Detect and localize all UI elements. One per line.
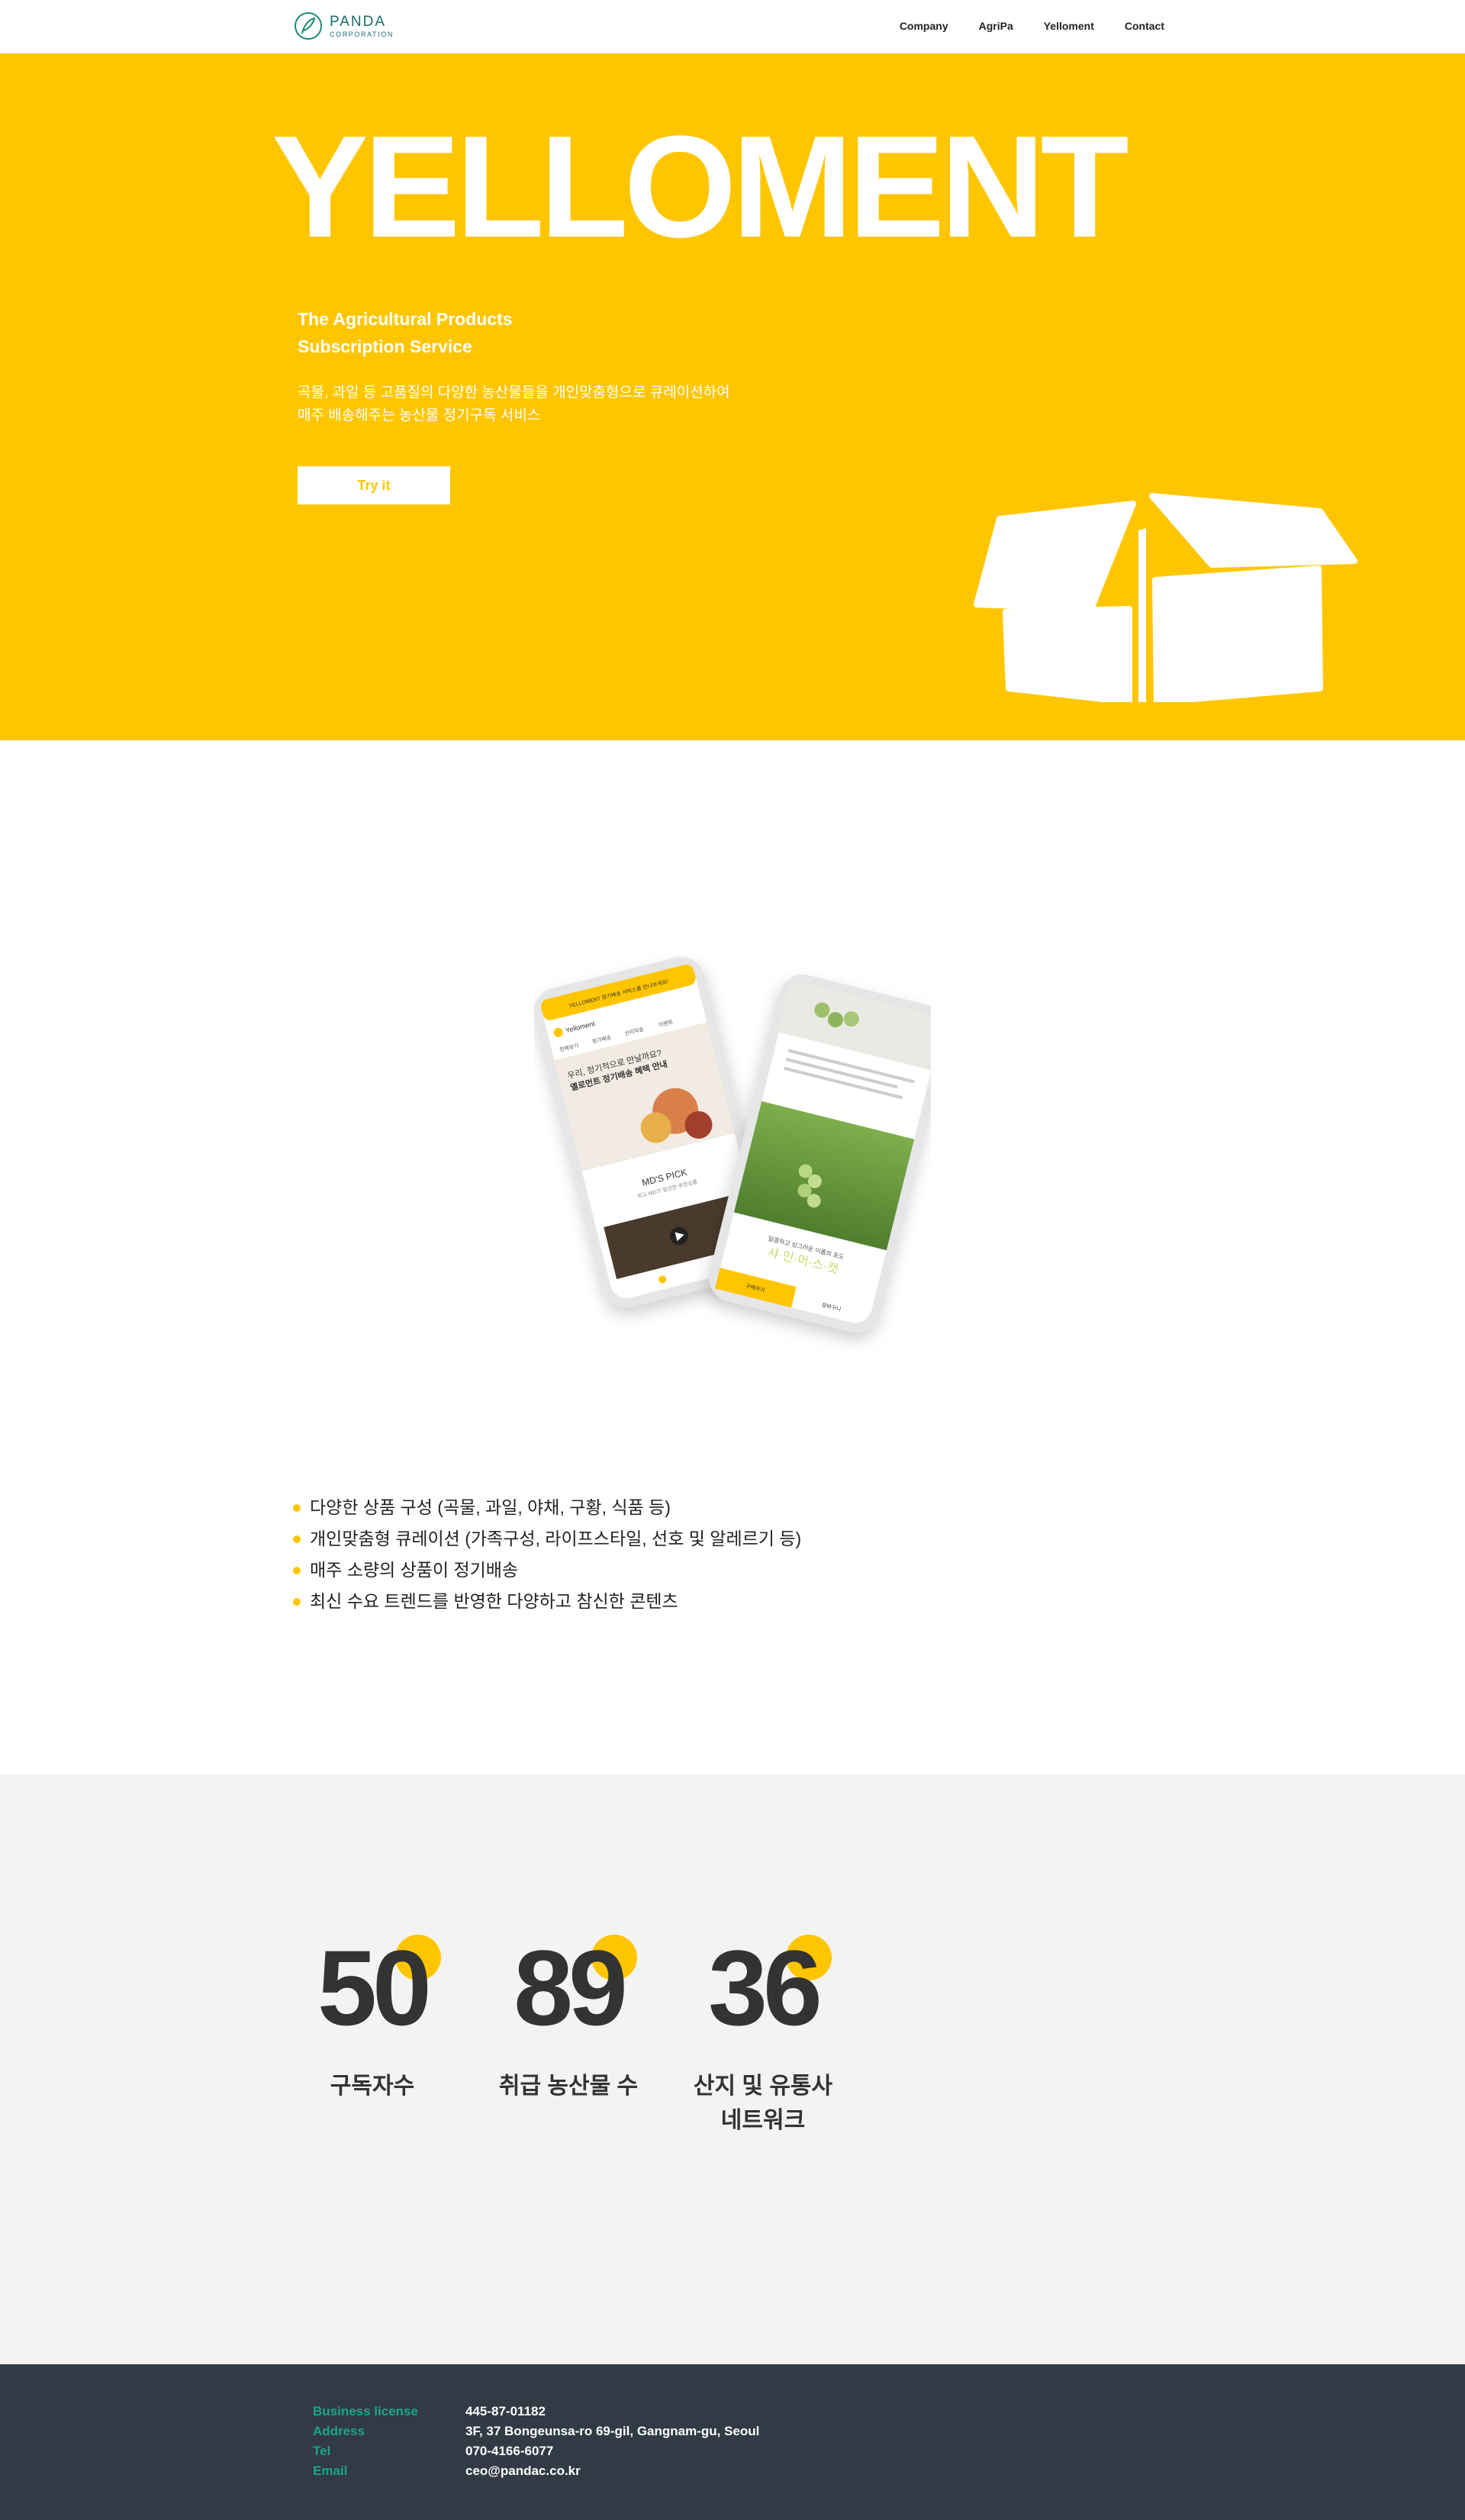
stats-section: 50 구독자수 89 취급 농산물 수 36 산지 및 유통사 네트워크 — [0, 1774, 1465, 2364]
logo-name: PANDA — [330, 13, 387, 30]
box-icon — [974, 493, 1357, 702]
hero-section: YELLOMENT The Agricultural Products Subs… — [0, 53, 1465, 740]
site-footer: Business license 445-87-01182 Address 3F… — [0, 2364, 1465, 2520]
stat-subscribers: 50 구독자수 — [288, 1935, 456, 2103]
hero-title: YELLOMENT — [272, 106, 1129, 268]
stat-value: 50 — [317, 1928, 432, 2048]
feature-item: 최신 수요 트렌드를 반영한 다양하고 참신한 콘텐츠 — [293, 1586, 801, 1617]
stat-network: 36 산지 및 유통사 네트워크 — [679, 1935, 847, 2138]
bullet-dot-icon — [293, 1566, 301, 1574]
feature-item: 매주 소량의 상품이 정기배송 — [293, 1555, 801, 1586]
nav-contact[interactable]: Contact — [1125, 20, 1164, 32]
try-it-button[interactable]: Try it — [298, 466, 450, 504]
stat-value: 89 — [514, 1928, 628, 2048]
bullet-dot-icon — [293, 1503, 301, 1512]
stat-label: 취급 농산물 수 — [498, 2074, 639, 2099]
stat-products: 89 취급 농산물 수 — [485, 1935, 652, 2103]
hero-subtitle: The Agricultural Products Subscription S… — [298, 305, 513, 360]
stat-label: 산지 및 유통사 네트워크 — [693, 2074, 833, 2133]
feature-item: 개인맞춤형 큐레이션 (가족구성, 라이프스타일, 선호 및 알레르기 등) — [293, 1523, 801, 1555]
app-phones-mockup: YELLOMENT 정기배송 서비스를 만나보세요! Yelloment 전체보… — [534, 956, 931, 1333]
logo[interactable]: PANDA CORPORATION — [293, 11, 394, 41]
nav-agripa[interactable]: AgriPa — [979, 20, 1013, 32]
hero-subtitle-line1: The Agricultural Products — [298, 309, 513, 329]
feature-list: 다양한 상품 구성 (곡물, 과일, 야채, 구황, 식품 등) 개인맞춤형 큐… — [293, 1492, 801, 1617]
main-nav: Company AgriPa Yelloment Contact — [900, 20, 1164, 32]
footer-address: Address 3F, 37 Bongeunsa-ro 69-gil, Gang… — [313, 2424, 760, 2438]
stat-value: 36 — [708, 1928, 823, 2048]
nav-yelloment[interactable]: Yelloment — [1044, 20, 1094, 32]
hero-desc-line2: 매주 배송해주는 농산물 정기구독 서비스 — [298, 408, 541, 424]
hero-description: 곡물, 과일 등 고품질의 다양한 농산물들을 개인맞춤형으로 큐레이션하여 매… — [298, 382, 730, 427]
panda-logo-icon — [295, 12, 322, 40]
footer-email: Email ceo@pandac.co.kr — [313, 2464, 581, 2478]
nav-company[interactable]: Company — [900, 20, 948, 32]
footer-tel: Tel 070-4166-6077 — [313, 2444, 554, 2458]
site-header: PANDA CORPORATION Company AgriPa Yellome… — [0, 0, 1465, 53]
stat-label: 구독자수 — [330, 2074, 415, 2099]
logo-subtitle: CORPORATION — [330, 30, 394, 38]
hero-subtitle-line2: Subscription Service — [298, 337, 472, 356]
hero-desc-line1: 곡물, 과일 등 고품질의 다양한 농산물들을 개인맞춤형으로 큐레이션하여 — [298, 385, 730, 401]
bullet-dot-icon — [293, 1535, 301, 1543]
feature-item: 다양한 상품 구성 (곡물, 과일, 야채, 구황, 식품 등) — [293, 1492, 801, 1523]
bullet-dot-icon — [293, 1597, 301, 1606]
footer-business-license: Business license 445-87-01182 — [313, 2404, 546, 2418]
